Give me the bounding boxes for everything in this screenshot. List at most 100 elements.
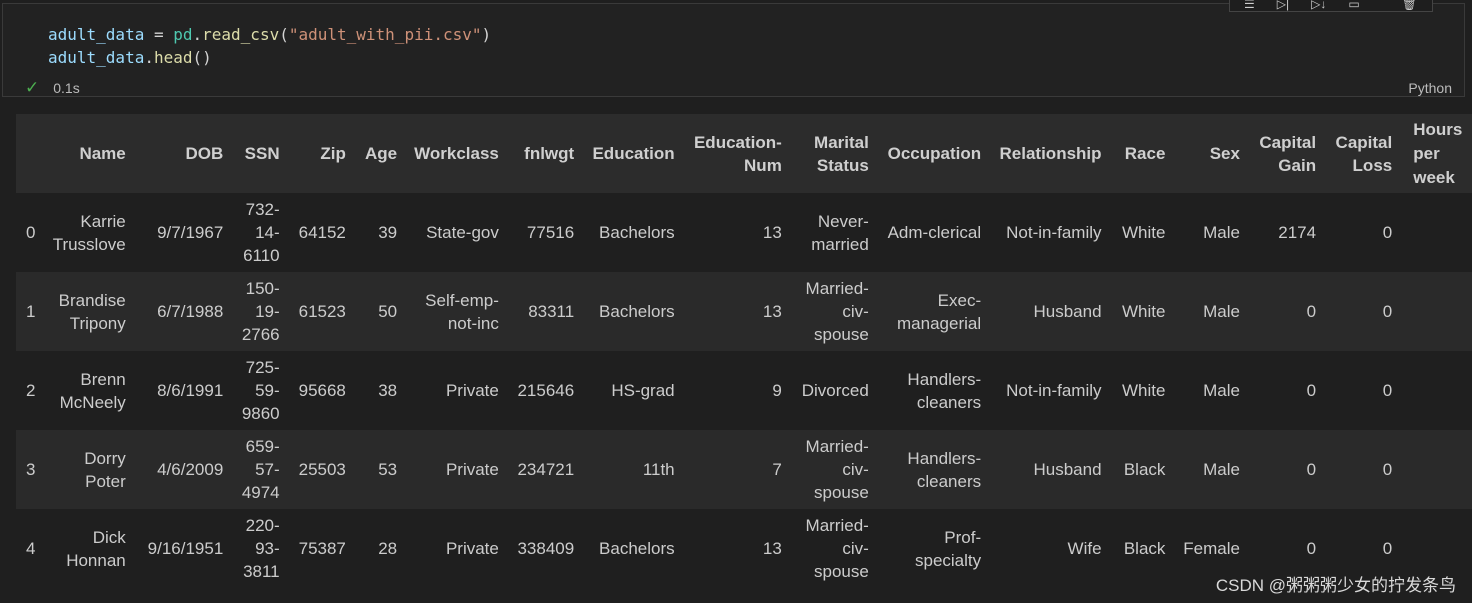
table-cell: 50 [353, 272, 406, 351]
language-indicator[interactable]: Python [1408, 80, 1452, 96]
table-cell: Private [405, 509, 507, 588]
row-index: 4 [16, 509, 49, 588]
column-header: Capital Gain [1247, 114, 1325, 193]
table-cell: 61523 [287, 272, 354, 351]
table-cell: Adm-clerical [876, 193, 990, 272]
code-token: adult_data [48, 48, 145, 67]
table-cell: 0 [1247, 430, 1325, 509]
column-header: Education-Num [682, 114, 790, 193]
table-cell: Divorced [789, 351, 877, 430]
table-cell: Private [405, 351, 507, 430]
code-cell[interactable]: adult_data = pd.read_csv("adult_with_pii… [2, 3, 1465, 97]
column-header: Zip [287, 114, 354, 193]
table-cell: Bachelors [582, 193, 683, 272]
execution-time: 0.1s [53, 80, 80, 96]
table-cell: Married-civ-spouse [789, 509, 877, 588]
table-cell: 13 [682, 193, 790, 272]
table-cell: 11th [582, 430, 683, 509]
table-cell: Dick Honnan [48, 509, 134, 588]
table-cell [1400, 351, 1472, 430]
table-cell: 4/6/2009 [133, 430, 232, 509]
table-cell: Husband [989, 272, 1110, 351]
table-cell: Married-civ-spouse [789, 272, 877, 351]
delete-icon[interactable]: 🗑 [1402, 0, 1417, 11]
code-token: head [153, 48, 193, 67]
table-cell: 0 [1324, 193, 1401, 272]
code-token: () [192, 48, 212, 67]
table-cell: 13 [682, 272, 790, 351]
column-header [16, 114, 49, 193]
table-cell: Exec-managerial [876, 272, 990, 351]
table-cell: 6/7/1988 [133, 272, 232, 351]
header-row: Name DOB SSN Zip Age Workclass fnlwgt Education… [16, 114, 1472, 193]
column-header: Education [582, 114, 683, 193]
table-cell: Male [1173, 351, 1248, 430]
table-cell: 659-57-4974 [231, 430, 288, 509]
table-cell: 732-14-6110 [231, 193, 288, 272]
code-token: pd [173, 25, 193, 44]
code-token: . [144, 48, 154, 67]
table-cell: 53 [353, 430, 406, 509]
code-token: "adult_with_pii.csv" [288, 25, 482, 44]
table-cell: Male [1173, 272, 1248, 351]
dataframe-output: Name DOB SSN Zip Age Workclass fnlwgt Education… [16, 114, 1472, 588]
table-cell: Black [1109, 430, 1174, 509]
code-editor[interactable]: adult_data = pd.read_csv("adult_with_pii… [48, 23, 491, 69]
table-cell: Wife [989, 509, 1110, 588]
column-header: Relationship [989, 114, 1110, 193]
code-token: ) [481, 25, 492, 44]
table-cell: 28 [353, 509, 406, 588]
table-cell: 95668 [287, 351, 354, 430]
check-icon: ✓ [25, 78, 40, 97]
column-header: SSN [231, 114, 288, 193]
table-cell: 75387 [287, 509, 354, 588]
table-cell: Brenn McNeely [48, 351, 134, 430]
code-token: . [192, 25, 203, 44]
table-cell: 2174 [1247, 193, 1325, 272]
execution-status: ✓ 0.1s [25, 78, 80, 98]
table-cell: 77516 [506, 193, 583, 272]
code-token: read_csv [202, 25, 280, 44]
table-cell: Private [405, 430, 507, 509]
watermark: CSDN @粥粥粥少女的拧发条鸟 [1215, 576, 1456, 595]
table-cell: Karrie Trusslove [48, 193, 134, 272]
table-cell: 215646 [506, 351, 583, 430]
table-cell: 0 [1247, 351, 1325, 430]
table-cell: 0 [1247, 272, 1325, 351]
table-cell: 338409 [506, 509, 583, 588]
table-cell: White [1109, 193, 1174, 272]
column-header: Workclass [405, 114, 507, 193]
table-row: 1 Brandise Tripony 6/7/1988 150-19-2766 6152… [16, 272, 1472, 351]
table-cell: Handlers-cleaners [876, 351, 990, 430]
column-header: Name [48, 114, 134, 193]
split-cell-icon[interactable]: ▭ [1348, 0, 1359, 11]
row-index: 0 [16, 193, 49, 272]
table-cell: Handlers-cleaners [876, 430, 990, 509]
table-cell: Not-in-family [989, 193, 1110, 272]
table-cell: Prof-specialty [876, 509, 990, 588]
table-cell: Bachelors [582, 272, 683, 351]
table-cell: 234721 [506, 430, 583, 509]
table-cell: Dorry Poter [48, 430, 134, 509]
table-cell: 13 [682, 509, 790, 588]
table-row: 0 Karrie Trusslove 9/7/1967 732-14-6110 6415… [16, 193, 1472, 272]
table-cell [1400, 272, 1472, 351]
run-by-line-icon[interactable]: ☰ [1244, 0, 1255, 11]
table-cell: 83311 [506, 272, 583, 351]
table-cell: 39 [353, 193, 406, 272]
table-cell: Black [1109, 509, 1174, 588]
table-cell: State-gov [405, 193, 507, 272]
table-cell: 8/6/1991 [133, 351, 232, 430]
column-header: Capital Loss [1324, 114, 1401, 193]
column-header: Occupation [876, 114, 990, 193]
execute-above-icon[interactable]: ▷| [1277, 0, 1289, 11]
table-cell: White [1109, 272, 1174, 351]
execute-below-icon[interactable]: ▷↓ [1311, 0, 1326, 11]
table-cell: 220-93-3811 [231, 509, 288, 588]
column-header: Race [1109, 114, 1174, 193]
column-header: Hours per week [1400, 114, 1472, 193]
table-cell: 150-19-2766 [231, 272, 288, 351]
table-cell: 9/7/1967 [133, 193, 232, 272]
table-cell: 0 [1324, 351, 1401, 430]
column-header: DOB [133, 114, 232, 193]
